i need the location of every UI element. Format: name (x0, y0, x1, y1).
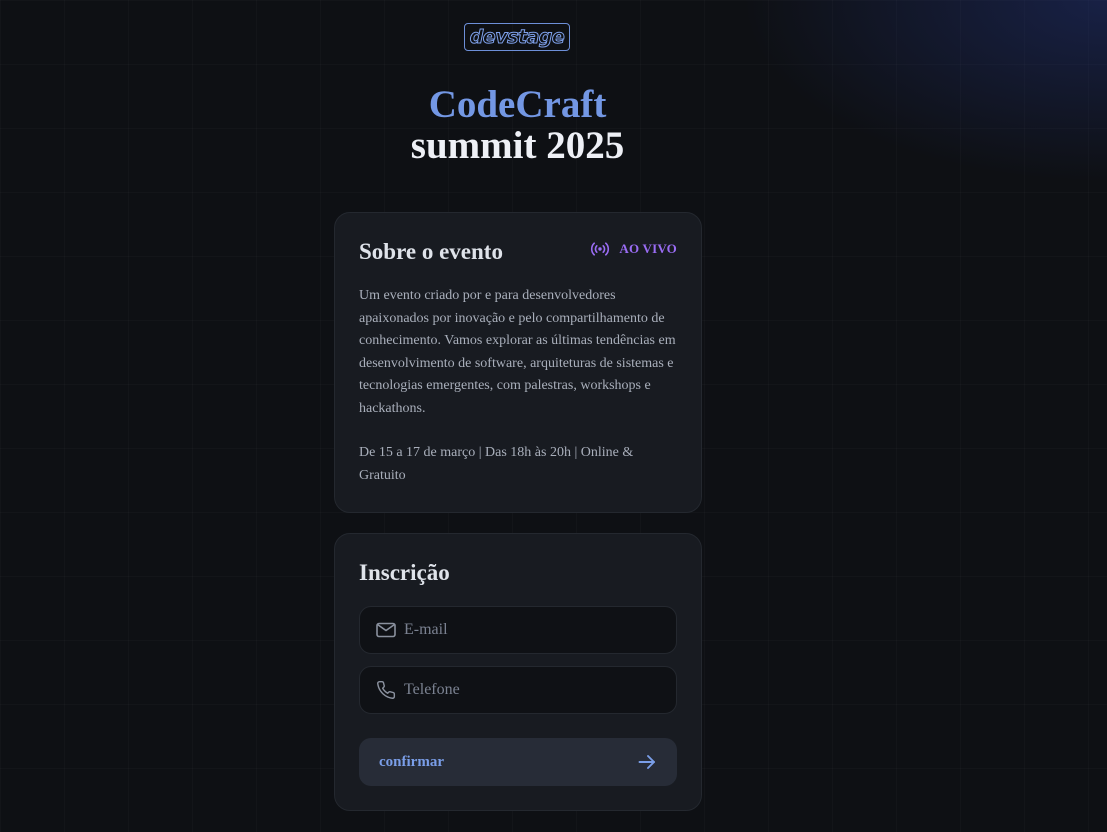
confirm-button-label: confirmar (379, 753, 444, 770)
arrow-right-icon (637, 752, 657, 772)
live-label: AO VIVO (619, 241, 677, 256)
about-card: Sobre o evento AO VIVO Um evento criado … (334, 212, 702, 513)
event-schedule: De 15 a 17 de março | Das 18h às 20h | O… (359, 445, 634, 483)
signup-title: Inscrição (359, 560, 450, 585)
signup-card: Inscrição confirmar (334, 533, 702, 811)
live-broadcast-icon (590, 241, 610, 257)
logo-text: devstage (469, 25, 565, 48)
event-title: CodeCraft summit 2025 (0, 84, 1035, 166)
event-title-edition: summit 2025 (410, 124, 625, 167)
devstage-logo: devstage (464, 23, 570, 51)
event-description: Um evento criado por e para desenvolvedo… (359, 288, 676, 416)
email-input[interactable] (404, 621, 654, 639)
live-badge: AO VIVO (590, 241, 677, 257)
email-field[interactable] (359, 606, 677, 654)
about-title: Sobre o evento (359, 239, 503, 264)
phone-field[interactable] (359, 666, 677, 714)
confirm-button[interactable]: confirmar (359, 738, 677, 786)
phone-icon (376, 680, 396, 700)
mail-icon (376, 622, 396, 638)
phone-input[interactable] (404, 681, 654, 699)
event-title-name: CodeCraft (428, 83, 607, 126)
